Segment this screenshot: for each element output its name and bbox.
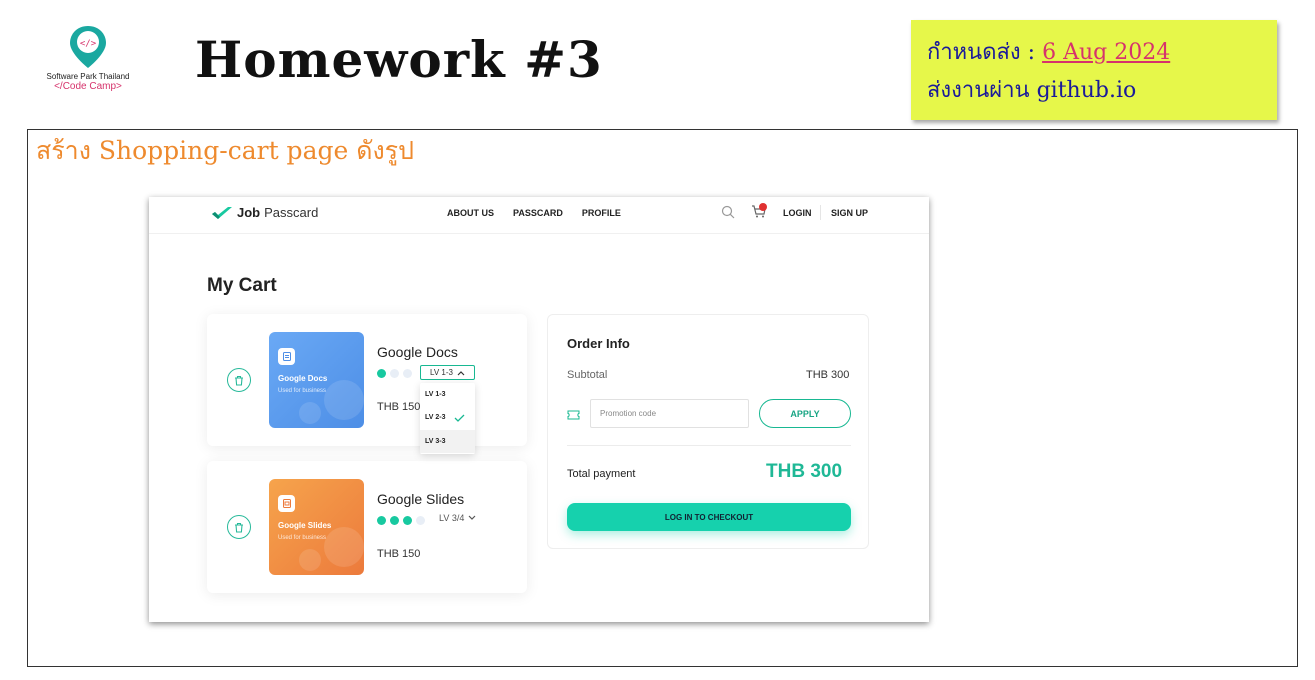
logo-org-name: Software Park Thailand [46, 72, 130, 81]
nav-divider [820, 205, 821, 220]
thumbnail-subtitle: Used for business [278, 388, 327, 394]
product-thumbnail: Google Slides Used for business [269, 479, 364, 575]
nav-link-passcard[interactable]: PASSCARD [513, 208, 563, 218]
thumbnail-decoration [299, 402, 321, 424]
level-dot-empty [416, 516, 425, 525]
thumbnail-subtitle: Used for business [278, 535, 327, 541]
nav-link-about-us[interactable]: ABOUT US [447, 208, 494, 218]
product-price: THB 150 [377, 401, 421, 413]
product-thumbnail: Google Docs Used for business [269, 332, 364, 428]
thumbnail-decoration [299, 549, 321, 571]
submit-instruction: ส่งงานผ่าน github.io [927, 78, 1137, 103]
total-payment-value: THB 300 [766, 461, 843, 482]
subtotal-value: THB 300 [806, 369, 850, 381]
page-title: My Cart [207, 275, 277, 296]
deadline-note: กำหนดส่ง : 6 Aug 2024 ส่งงานผ่าน github.… [911, 20, 1277, 120]
chevron-down-icon [468, 515, 476, 520]
thumbnail-title: Google Docs [278, 374, 328, 383]
thumbnail-title: Google Slides [278, 521, 332, 530]
logo-program-name: </Code Camp> [54, 81, 122, 92]
slide-title: Homework #3 [195, 30, 603, 89]
checkmark-icon [454, 414, 464, 422]
slides-icon [278, 495, 295, 512]
level-select[interactable]: LV 1-3 [420, 365, 475, 380]
option-label: LV 2-3 [425, 414, 446, 421]
divider [567, 445, 851, 446]
product-name: Google Docs [377, 344, 458, 360]
level-dot-filled [390, 516, 399, 525]
code-camp-logo: </> Software Park Thailand </Code Camp> [40, 24, 136, 108]
level-indicator [377, 516, 425, 525]
total-payment-label: Total payment [567, 468, 636, 480]
option-label: LV 3-3 [425, 438, 446, 445]
dropdown-option-lv-1-3[interactable]: LV 1-3 [420, 383, 475, 406]
order-title: Order Info [567, 336, 630, 351]
dropdown-option-lv-2-3[interactable]: LV 2-3 [420, 406, 475, 429]
trash-icon[interactable] [227, 515, 251, 539]
brand-logo[interactable]: Job Passcard [211, 205, 318, 220]
level-select-value: LV 1-3 [430, 368, 453, 377]
level-dropdown-menu: LV 1-3 LV 2-3 LV 3-3 [420, 383, 475, 454]
trash-icon[interactable] [227, 368, 251, 392]
cart-icon[interactable] [751, 203, 767, 224]
code-pin-icon: </> [70, 26, 106, 68]
thumbnail-decoration [324, 380, 364, 420]
shopping-cart-mockup: Job Passcard ABOUT US PASSCARD PROFILE LO… [149, 197, 929, 622]
product-name: Google Slides [377, 491, 465, 507]
checkmark-logo-icon [212, 206, 232, 219]
level-dot-empty [403, 369, 412, 378]
due-label: กำหนดส่ง : [927, 40, 1043, 65]
signup-link[interactable]: SIGN UP [831, 208, 868, 218]
ticket-icon [567, 407, 580, 425]
top-navbar: Job Passcard ABOUT US PASSCARD PROFILE LO… [149, 197, 929, 234]
order-info-panel: Order Info Subtotal THB 300 APPLY Total … [547, 314, 869, 549]
nav-links: ABOUT US PASSCARD PROFILE [447, 208, 621, 218]
option-label: LV 1-3 [425, 391, 446, 398]
checkout-button[interactable]: LOG IN TO CHECKOUT [567, 503, 851, 531]
dropdown-option-lv-3-3[interactable]: LV 3-3 [420, 430, 475, 453]
cart-badge [759, 203, 767, 211]
document-icon [278, 348, 295, 365]
cart-item: Google Slides Used for business Google S… [207, 461, 527, 593]
svg-text:</>: </> [80, 39, 97, 49]
level-dot-filled [377, 369, 386, 378]
search-icon[interactable] [721, 205, 735, 224]
cart-item: Google Docs Used for business Google Doc… [207, 314, 527, 446]
instruction-text: สร้าง Shopping-cart page ดังรูป [36, 136, 414, 165]
level-indicator [377, 369, 412, 378]
level-select-value: LV 3/4 [439, 513, 465, 523]
level-dot-empty [390, 369, 399, 378]
nav-link-profile[interactable]: PROFILE [582, 208, 621, 218]
subtotal-label: Subtotal [567, 369, 608, 381]
due-date-link[interactable]: 6 Aug 2024 [1042, 40, 1170, 65]
promotion-code-input[interactable] [590, 399, 749, 428]
brand-name-bold: Job [237, 205, 261, 220]
thumbnail-decoration [324, 527, 364, 567]
brand-name-rest: Passcard [264, 205, 319, 220]
level-dot-filled [377, 516, 386, 525]
product-price: THB 150 [377, 548, 421, 560]
chevron-up-icon [457, 370, 465, 375]
apply-button[interactable]: APPLY [759, 399, 851, 428]
level-select[interactable]: LV 3/4 [439, 513, 476, 523]
login-link[interactable]: LOGIN [783, 208, 812, 218]
level-dot-filled [403, 516, 412, 525]
